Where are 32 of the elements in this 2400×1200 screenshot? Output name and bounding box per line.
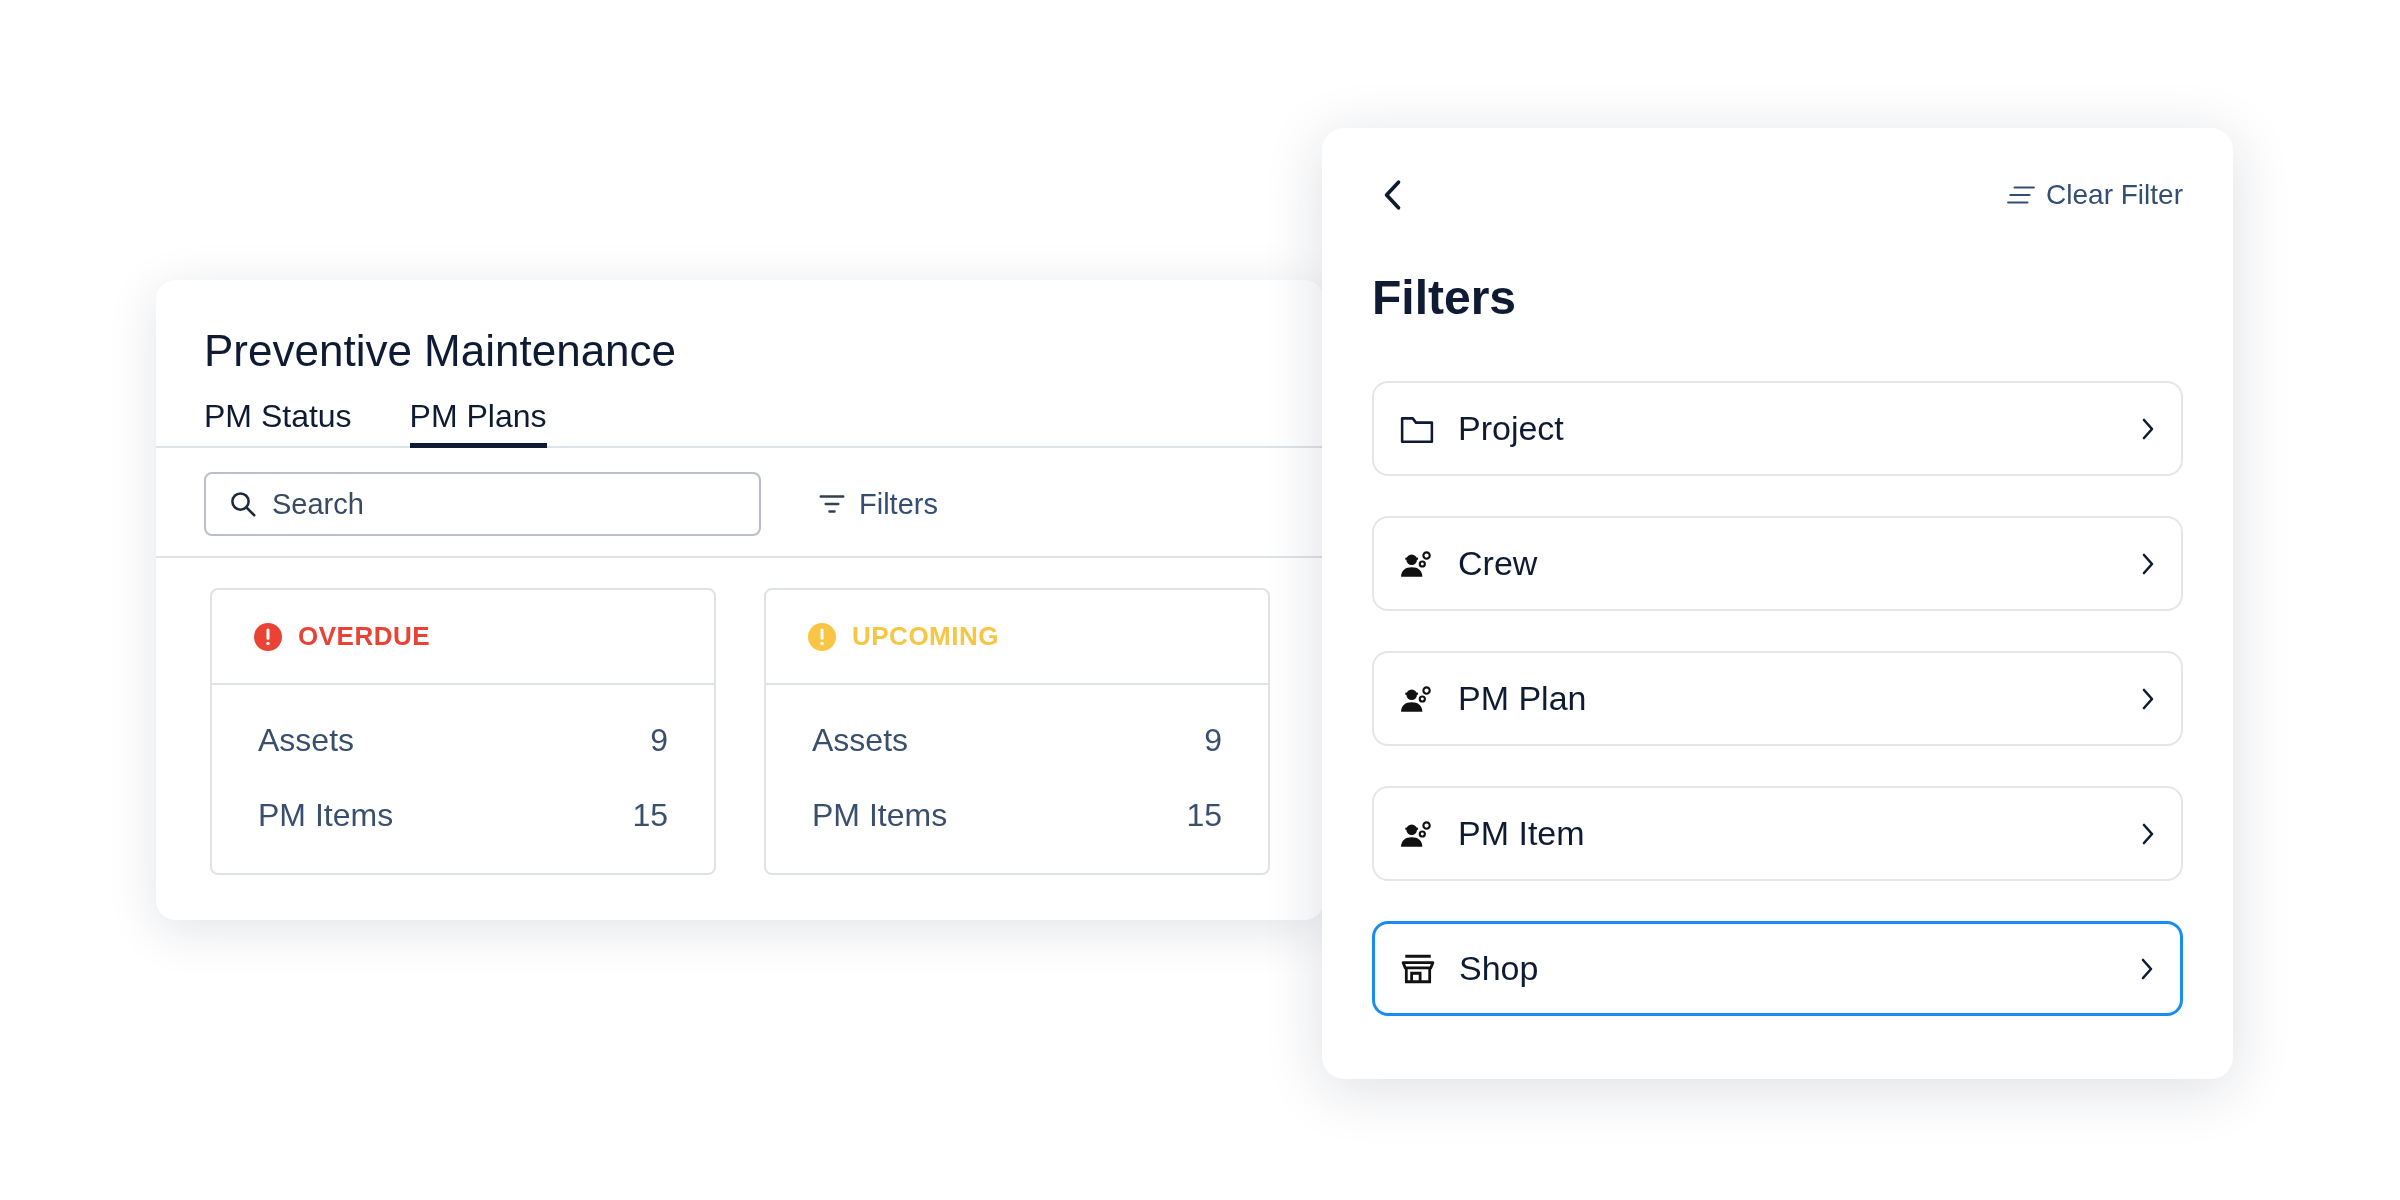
filter-item[interactable]: PM Item [1372, 786, 2183, 881]
status-label: OVERDUE [298, 621, 431, 652]
search-field[interactable]: Search [204, 472, 761, 536]
storefront-icon [1401, 953, 1435, 984]
filter-item[interactable]: PM Plan [1372, 651, 2183, 746]
metric-value: 15 [632, 796, 668, 835]
chevron-right-icon [2141, 416, 2155, 441]
chevron-right-icon [2141, 821, 2155, 846]
filter-item[interactable]: Crew [1372, 516, 2183, 611]
status-label: UPCOMING [852, 621, 999, 652]
worker-gears-icon [1400, 818, 1434, 849]
metric-label: Assets [812, 721, 909, 760]
chevron-right-icon [2140, 956, 2154, 981]
page-title: Preventive Maintenance [203, 325, 678, 377]
metric-value: 9 [1204, 721, 1222, 760]
worker-gears-icon [1400, 683, 1434, 714]
lines-icon [2006, 184, 2037, 206]
filter-item[interactable]: Project [1372, 381, 2183, 476]
metric-label: PM Items [258, 796, 394, 835]
tab[interactable]: PM Status [204, 398, 352, 448]
metric-label: Assets [258, 721, 355, 760]
metric-label: PM Items [812, 796, 948, 835]
tab[interactable]: PM Plans [409, 398, 547, 448]
clear-filter-button[interactable]: Clear Filter [2006, 179, 2183, 211]
chevron-right-icon [2141, 551, 2155, 576]
filter-item[interactable]: Shop [1372, 921, 2183, 1016]
filters-button[interactable]: Filters [817, 487, 938, 521]
metric-value: 9 [650, 721, 668, 760]
chevron-right-icon [2141, 686, 2155, 711]
worker-gears-icon [1400, 548, 1434, 579]
panel-title: Filters [1372, 270, 1518, 325]
metric-value: 15 [1186, 796, 1222, 835]
